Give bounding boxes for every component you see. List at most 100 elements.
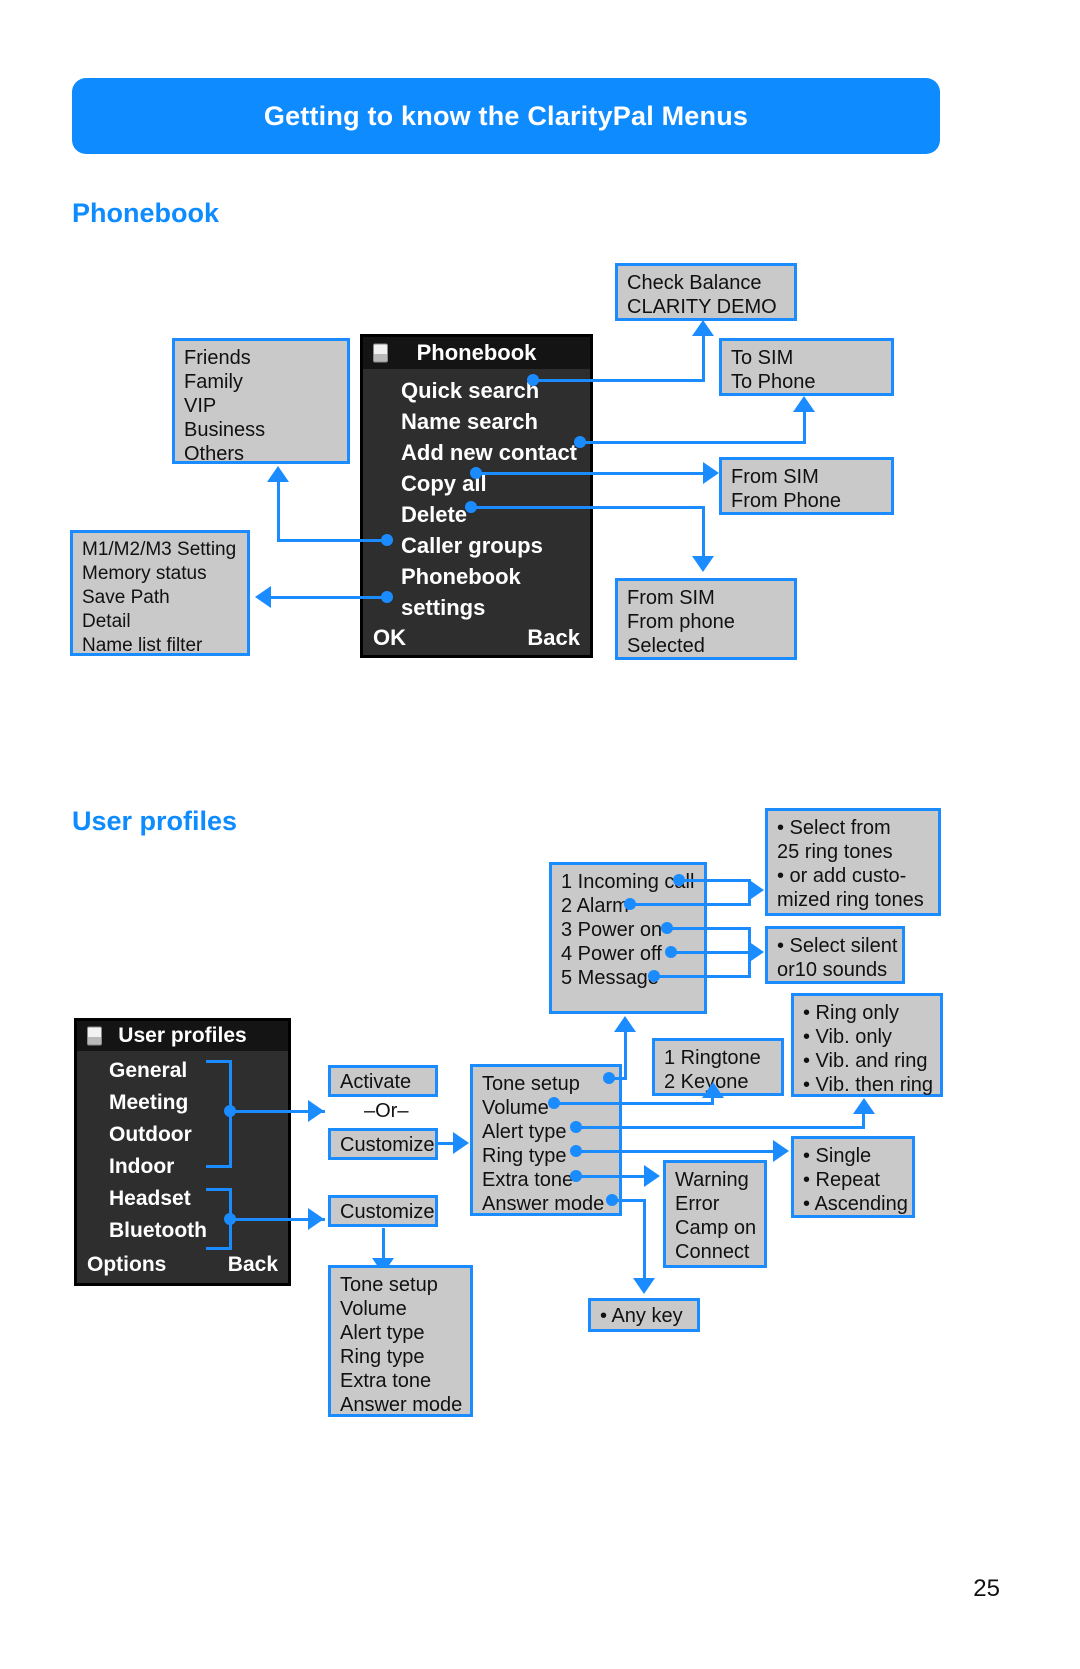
tone-item-power-on: 3 Power on <box>561 919 663 941</box>
customize-menu-alert-type: Alert type <box>340 1322 425 1344</box>
box-ring-types: • Single • Repeat • Ascending <box>791 1136 915 1218</box>
extra-tone-camp-on: Camp on <box>675 1217 757 1239</box>
phonebook-screen-titlebar: Phonebook <box>363 337 590 369</box>
clarity-demo-label: CLARITY DEMO <box>627 296 777 318</box>
connector-ring-type-h <box>576 1150 776 1153</box>
tone-menu-ring-type: Ring type <box>482 1145 567 1167</box>
phonebook-screen-title: Phonebook <box>416 340 537 365</box>
menu-item-name-search[interactable]: Name search <box>401 406 590 437</box>
tone-menu-alert-type: Alert type <box>482 1121 567 1143</box>
or-separator-label: –Or– <box>364 1100 409 1122</box>
customize-top-label: Customize <box>340 1134 435 1156</box>
target-to-phone: To Phone <box>731 371 816 393</box>
manual-page: Getting to know the ClarityPal Menus Pho… <box>0 0 1080 1669</box>
menu-item-delete[interactable]: Delete <box>401 499 590 530</box>
profiles-softkey-bar: Options Back <box>77 1253 288 1283</box>
connector-alert-type-v <box>862 1113 865 1128</box>
customize-menu-volume: Volume <box>340 1298 407 1320</box>
arrow-add-contact-up <box>793 396 815 412</box>
section-heading-phonebook: Phonebook <box>72 198 219 228</box>
arrow-ring-tones <box>748 879 764 901</box>
arrow-tone-setup-up <box>614 1016 636 1032</box>
delete-selected: Selected <box>627 635 705 657</box>
volume-level-ringtone: 1 Ringtone <box>664 1047 761 1069</box>
arrow-delete-down <box>692 556 714 572</box>
section-heading-user-profiles: User profiles <box>72 806 238 836</box>
ring-tones-line4: mized ring tones <box>777 889 924 911</box>
profile-item-headset[interactable]: Headset <box>109 1183 288 1215</box>
box-activate: Activate <box>328 1065 438 1097</box>
arrow-customize-to-tone <box>453 1132 469 1154</box>
tone-item-message: 5 Message <box>561 967 659 989</box>
answer-mode-any-key: • Any key <box>600 1305 683 1327</box>
box-customize-bottom: Customize <box>328 1195 438 1227</box>
connector-caller-groups-v <box>277 482 280 540</box>
arrow-silent-sounds <box>748 941 764 963</box>
box-copy-all-source: From SIM From Phone <box>719 457 894 515</box>
phonebook-softkey-bar: OK Back <box>363 625 590 655</box>
connector-extra-tone-h <box>576 1175 645 1178</box>
ring-tones-line1: • Select from <box>777 817 891 839</box>
page-number: 25 <box>973 1575 1000 1602</box>
customize-menu-extra-tone: Extra tone <box>340 1370 432 1392</box>
ring-type-repeat: • Repeat <box>803 1169 881 1191</box>
bracket-bluetooth-bot <box>206 1247 232 1250</box>
box-customize-top: Customize <box>328 1128 438 1160</box>
profile-item-outdoor[interactable]: Outdoor <box>109 1119 288 1151</box>
box-add-new-contact-target: To SIM To Phone <box>719 338 894 396</box>
softkey-options[interactable]: Options <box>87 1253 166 1283</box>
extra-tone-connect: Connect <box>675 1241 750 1263</box>
menu-item-add-new-contact[interactable]: Add new contact <box>401 437 590 468</box>
box-phonebook-settings: M1/M2/M3 Setting Memory status Save Path… <box>70 530 250 656</box>
tone-menu-tone-setup: Tone setup <box>482 1073 580 1095</box>
box-ring-tones: • Select from 25 ring tones • or add cus… <box>765 808 941 916</box>
connector-phonebook-settings-h <box>271 596 384 599</box>
connector-answer-mode-v <box>643 1199 646 1279</box>
alert-type-vib-only: • Vib. only <box>803 1026 892 1048</box>
connector-delete-h <box>471 506 705 509</box>
connector-volume-h <box>554 1102 714 1105</box>
arrow-answer-mode-down <box>633 1278 655 1294</box>
customize-bottom-label: Customize <box>340 1201 435 1223</box>
page-banner: Getting to know the ClarityPal Menus <box>72 78 940 154</box>
connector-incoming-call-h <box>679 879 751 882</box>
box-tone-setup-menu: Tone setup Volume Alert type Ring type E… <box>470 1064 622 1216</box>
arrow-ring-type-right <box>773 1140 789 1162</box>
customize-menu-ring-type: Ring type <box>340 1346 425 1368</box>
ring-tones-line2: 25 ring tones <box>777 841 893 863</box>
silent-sounds-line2: or10 sounds <box>777 959 888 981</box>
profile-item-general[interactable]: General <box>109 1055 288 1087</box>
sim-card-icon <box>373 343 388 363</box>
tone-menu-volume: Volume <box>482 1097 549 1119</box>
setting-name-list-filter: Name list filter <box>82 635 203 656</box>
profile-item-meeting[interactable]: Meeting <box>109 1087 288 1119</box>
menu-item-caller-groups[interactable]: Caller groups <box>401 530 590 561</box>
check-balance-label: Check Balance <box>627 272 762 294</box>
menu-item-phonebook-settings-line1[interactable]: Phonebook <box>401 561 590 592</box>
arrow-volume-up <box>702 1082 724 1098</box>
profile-item-indoor[interactable]: Indoor <box>109 1151 288 1183</box>
box-caller-groups: Friends Family VIP Business Others <box>172 338 350 465</box>
ring-tones-line3: • or add custo- <box>777 865 907 887</box>
softkey-ok[interactable]: OK <box>373 625 406 655</box>
alert-type-vib-then-ring: • Vib. then ring <box>803 1074 934 1096</box>
connector-tone-setup-v <box>624 1032 627 1078</box>
box-customize-menu: Tone setup Volume Alert type Ring type E… <box>328 1265 473 1417</box>
tone-menu-extra-tone: Extra tone <box>482 1169 574 1191</box>
connector-quick-search-v <box>702 336 705 381</box>
ring-type-single: • Single <box>803 1145 872 1167</box>
menu-item-phonebook-settings-line2[interactable]: settings <box>401 592 590 623</box>
ring-type-ascending: • Ascending <box>803 1193 908 1215</box>
banner-title: Getting to know the ClarityPal Menus <box>263 100 749 131</box>
softkey-back[interactable]: Back <box>527 625 580 655</box>
caller-group-others: Others <box>184 443 245 465</box>
activate-label: Activate <box>340 1071 412 1093</box>
sim-card-icon <box>87 1026 102 1046</box>
profiles-screen-title: User profiles <box>118 1024 247 1047</box>
arrow-phonebook-settings-left <box>255 586 271 608</box>
user-profiles-phone-screen: User profiles General Meeting Outdoor In… <box>74 1018 291 1286</box>
box-delete-scope: From SIM From phone Selected <box>615 578 797 660</box>
tone-menu-answer-mode: Answer mode <box>482 1193 605 1215</box>
softkey-back[interactable]: Back <box>228 1253 278 1283</box>
arrow-quick-search-up <box>692 320 714 336</box>
